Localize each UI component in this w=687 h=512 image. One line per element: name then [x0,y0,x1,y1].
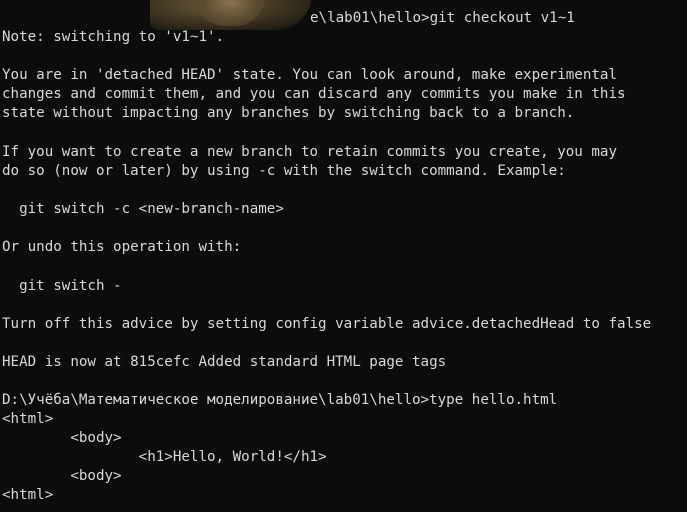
output-line: git switch - [2,278,122,294]
output-line: do so (now or later) by using -c with th… [2,163,566,179]
output-line: You are in 'detached HEAD' state. You ca… [2,67,617,83]
output-line: HEAD is now at 815cefc Added standard HT… [2,354,447,370]
output-line: <html> [2,411,54,427]
output-line: Or undo this operation with: [2,239,242,255]
output-line: state without impacting any branches by … [2,105,575,121]
output-line: <body> [2,430,122,446]
output-line: If you want to create a new branch to re… [2,144,617,160]
output-line: <h1>Hello, World!</h1> [2,449,327,465]
command-line-checkout: e\lab01\hello>git checkout v1~1 [310,10,575,26]
output-line: <body> [2,468,122,484]
output-line: Turn off this advice by setting config v… [2,316,652,332]
output-line: changes and commit them, and you can dis… [2,86,626,102]
terminal-window[interactable]: e\lab01\hello>git checkout v1~1 Note: sw… [0,0,687,512]
output-line: git switch -c <new-branch-name> [2,201,284,217]
output-line: <html> [2,487,54,503]
output-line: Note: switching to 'v1~1'. [2,29,225,45]
prompt-line: D:\Учёба\Математическое моделирование\la… [2,392,558,408]
